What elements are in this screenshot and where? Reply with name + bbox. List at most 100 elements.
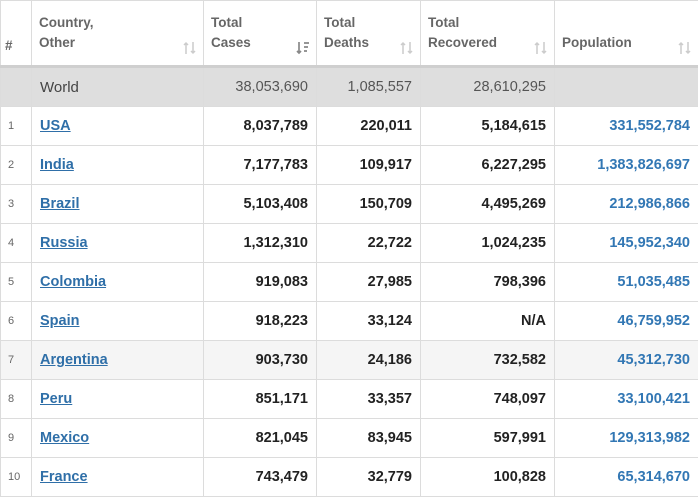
country-link[interactable]: Peru xyxy=(40,391,72,407)
total-deaths-cell: 150,709 xyxy=(317,185,421,224)
country-cell: Russia xyxy=(32,224,204,263)
total-cases-cell: 903,730 xyxy=(204,341,317,380)
world-rank-cell xyxy=(1,67,32,107)
cases-header-line2: Cases xyxy=(211,35,251,50)
total-cases-cell: 918,223 xyxy=(204,302,317,341)
table-row: 1USA8,037,789220,0115,184,615331,552,784 xyxy=(1,107,698,146)
country-column-header[interactable]: Country, Other xyxy=(32,1,204,67)
total-deaths-cell: 109,917 xyxy=(317,146,421,185)
population-cell: 51,035,485 xyxy=(555,263,698,302)
country-cell: Brazil xyxy=(32,185,204,224)
rank-cell: 3 xyxy=(1,185,32,224)
country-header-line2: Other xyxy=(39,35,75,50)
recovered-header-line1: Total xyxy=(428,15,459,30)
rank-cell: 4 xyxy=(1,224,32,263)
country-header-line1: Country, xyxy=(39,15,94,30)
table-row: 3 Brazil 5,103,408150,7094,495,269212,986,… xyxy=(1,185,698,224)
country-cell: Spain xyxy=(32,302,204,341)
country-link[interactable]: USA xyxy=(40,118,71,134)
deaths-header-line1: Total xyxy=(324,15,355,30)
table-row: 9Mexico821,04583,945597,991129,313,982 xyxy=(1,419,698,458)
total-deaths-cell: 220,011 xyxy=(317,107,421,146)
sort-arrows-icon[interactable] xyxy=(534,40,548,56)
sort-descending-icon[interactable] xyxy=(296,40,310,56)
total-cases-cell: 1,312,310 xyxy=(204,224,317,263)
total-deaths-cell: 24,186 xyxy=(317,341,421,380)
rank-cell: 2 xyxy=(1,146,32,185)
population-header-label: Population xyxy=(562,35,632,50)
rank-cell: 5 xyxy=(1,263,32,302)
table-row: 10France743,47932,779100,82865,314,670 xyxy=(1,458,698,497)
country-link[interactable]: India xyxy=(40,157,74,173)
cases-header-line1: Total xyxy=(211,15,242,30)
country-link[interactable]: France xyxy=(40,469,88,485)
population-cell: 145,952,340 xyxy=(555,224,698,263)
total-recovered-cell: 1,024,235 xyxy=(421,224,555,263)
table-row: 8Peru851,17133,357748,09733,100,421 xyxy=(1,380,698,419)
total-recovered-cell: 732,582 xyxy=(421,341,555,380)
total-recovered-cell: 100,828 xyxy=(421,458,555,497)
total-cases-cell: 851,171 xyxy=(204,380,317,419)
rank-cell: 7 xyxy=(1,341,32,380)
population-cell: 46,759,952 xyxy=(555,302,698,341)
total-recovered-column-header[interactable]: Total Recovered xyxy=(421,1,555,67)
total-recovered-cell: 4,495,269 xyxy=(421,185,555,224)
total-deaths-cell: 22,722 xyxy=(317,224,421,263)
sort-arrows-icon[interactable] xyxy=(678,40,692,56)
total-cases-cell: 7,177,783 xyxy=(204,146,317,185)
sort-arrows-icon[interactable] xyxy=(183,40,197,56)
country-link[interactable]: Mexico xyxy=(40,430,89,446)
country-cell: France xyxy=(32,458,204,497)
rank-cell: 1 xyxy=(1,107,32,146)
table-row: 7Argentina903,73024,186732,58245,312,730 xyxy=(1,341,698,380)
country-link[interactable]: Brazil xyxy=(40,196,80,212)
population-column-header[interactable]: Population xyxy=(555,1,698,67)
world-total-row: World 38,053,690 1,085,557 28,610,295 xyxy=(1,67,698,107)
table-header: # Country, Other Total Cases xyxy=(1,1,698,67)
total-recovered-cell: 597,991 xyxy=(421,419,555,458)
country-cell: Argentina xyxy=(32,341,204,380)
world-population-cell xyxy=(555,67,698,107)
population-cell: 212,986,866 xyxy=(555,185,698,224)
country-cell: USA xyxy=(32,107,204,146)
country-cell: Mexico xyxy=(32,419,204,458)
population-cell: 65,314,670 xyxy=(555,458,698,497)
table-body: World 38,053,690 1,085,557 28,610,295 1U… xyxy=(1,67,698,497)
total-cases-column-header[interactable]: Total Cases xyxy=(204,1,317,67)
world-recovered-cell: 28,610,295 xyxy=(421,67,555,107)
header-row: # Country, Other Total Cases xyxy=(1,1,698,67)
total-recovered-cell: 798,396 xyxy=(421,263,555,302)
country-link[interactable]: Spain xyxy=(40,313,79,329)
population-cell: 1,383,826,697 xyxy=(555,146,698,185)
rank-header-label: # xyxy=(5,38,13,53)
country-link[interactable]: Colombia xyxy=(40,274,106,290)
total-deaths-cell: 83,945 xyxy=(317,419,421,458)
country-cell: Colombia xyxy=(32,263,204,302)
country-link[interactable]: Argentina xyxy=(40,352,108,368)
rank-cell: 8 xyxy=(1,380,32,419)
rank-cell: 10 xyxy=(1,458,32,497)
country-cell: India xyxy=(32,146,204,185)
population-cell: 129,313,982 xyxy=(555,419,698,458)
total-deaths-cell: 27,985 xyxy=(317,263,421,302)
total-recovered-cell: 5,184,615 xyxy=(421,107,555,146)
covid-stats-table: # Country, Other Total Cases xyxy=(0,0,698,497)
total-deaths-column-header[interactable]: Total Deaths xyxy=(317,1,421,67)
population-cell: 33,100,421 xyxy=(555,380,698,419)
total-cases-cell: 5,103,408 xyxy=(204,185,317,224)
country-link[interactable]: Russia xyxy=(40,235,88,251)
sort-arrows-icon[interactable] xyxy=(400,40,414,56)
deaths-header-line2: Deaths xyxy=(324,35,369,50)
table-row: 5 Colombia 919,08327,985798,39651,035,485 xyxy=(1,263,698,302)
country-cell: Peru xyxy=(32,380,204,419)
total-deaths-cell: 33,124 xyxy=(317,302,421,341)
total-cases-cell: 919,083 xyxy=(204,263,317,302)
world-name-cell: World xyxy=(32,67,204,107)
rank-cell: 6 xyxy=(1,302,32,341)
recovered-header-line2: Recovered xyxy=(428,35,497,50)
table-row: 4 Russia 1,312,31022,7221,024,235145,952,3… xyxy=(1,224,698,263)
total-recovered-cell: N/A xyxy=(421,302,555,341)
table-row: 2India7,177,783109,9176,227,2951,383,826… xyxy=(1,146,698,185)
total-cases-cell: 821,045 xyxy=(204,419,317,458)
world-cases-cell: 38,053,690 xyxy=(204,67,317,107)
